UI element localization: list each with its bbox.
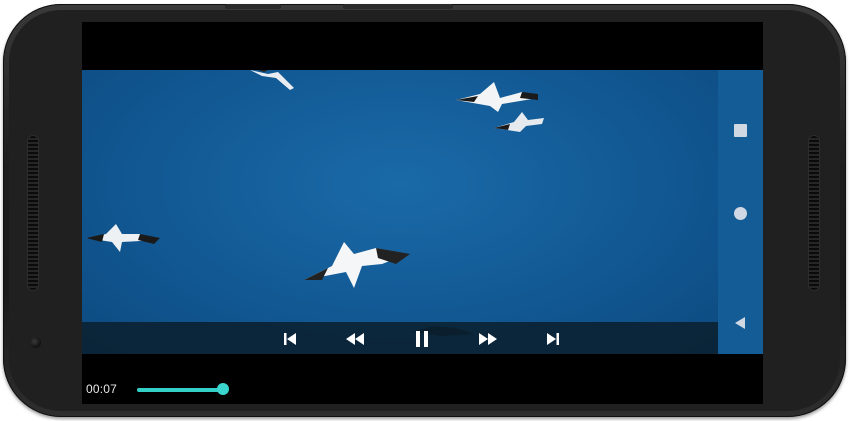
square-icon[interactable] — [732, 122, 748, 138]
skip-previous-icon[interactable] — [279, 328, 301, 350]
bird-top-left — [250, 68, 294, 90]
bird-top-right — [456, 82, 538, 112]
android-navigation-bar — [718, 70, 763, 354]
pause-icon[interactable] — [411, 328, 433, 350]
back-triangle-icon[interactable] — [732, 315, 748, 331]
seek-bar-area: 00:07 — [82, 354, 763, 404]
bird-center — [304, 242, 410, 288]
video-surface[interactable] — [82, 68, 718, 354]
right-speaker-grille — [809, 136, 819, 290]
front-camera — [30, 337, 41, 348]
rewind-icon[interactable] — [344, 328, 366, 350]
bird-left — [86, 224, 160, 252]
current-time-label: 00:07 — [86, 382, 118, 396]
volume-button — [225, 4, 281, 9]
bird-mid-right — [494, 112, 544, 132]
phone-screen: 00:07 — [82, 22, 763, 404]
skip-next-icon[interactable] — [542, 328, 564, 350]
playback-controls — [82, 322, 718, 354]
circle-icon[interactable] — [732, 205, 748, 221]
power-button — [343, 4, 453, 9]
seek-thumb[interactable] — [217, 383, 229, 395]
left-speaker-grille — [28, 136, 38, 290]
fast-forward-icon[interactable] — [477, 328, 499, 350]
video-frame-birds — [86, 68, 544, 336]
seek-progress-track[interactable] — [137, 388, 223, 392]
